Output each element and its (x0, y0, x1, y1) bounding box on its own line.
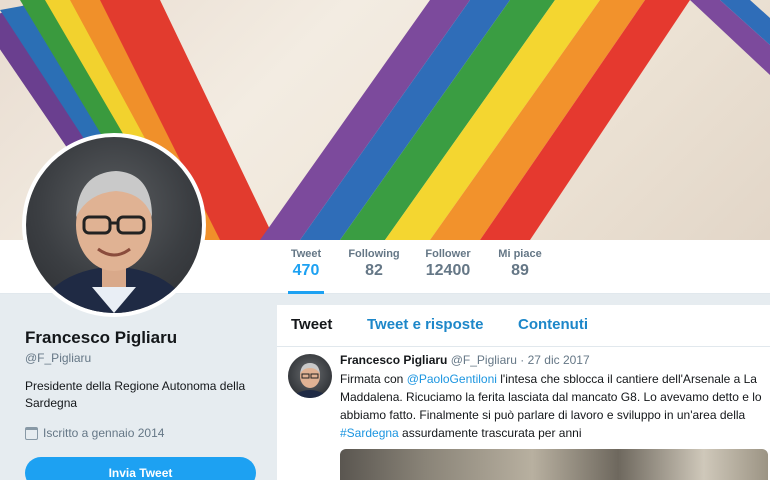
profile-avatar[interactable] (22, 133, 206, 317)
stat-following[interactable]: Following 82 (348, 248, 400, 294)
profile-sidebar: Francesco Pigliaru @F_Pigliaru President… (0, 295, 276, 480)
tab-tweets-replies[interactable]: Tweet e risposte (367, 316, 483, 333)
profile-joined: Iscritto a gennaio 2014 (25, 426, 164, 440)
joined-text: Iscritto a gennaio 2014 (43, 426, 165, 440)
calendar-icon (25, 426, 38, 440)
stat-label: Mi piace (498, 248, 542, 260)
send-tweet-button[interactable]: Invia Tweet (25, 457, 256, 480)
profile-bio: Presidente della Regione Autonoma della … (25, 379, 246, 410)
stat-label: Tweet (290, 248, 322, 260)
tweet-text-part: assurdamente trascurata per anni (398, 426, 582, 440)
stat-followers[interactable]: Follower 12400 (424, 248, 472, 294)
profile-handle[interactable]: @F_Pigliaru (25, 351, 91, 365)
tweet-author-avatar[interactable] (288, 354, 332, 398)
timeline-tabs: Tweet Tweet e risposte Contenuti (277, 305, 770, 347)
tweet-handle-date[interactable]: @F_Pigliaru · 27 dic 2017 (451, 353, 590, 367)
tweet-author-name[interactable]: Francesco Pigliaru (340, 353, 447, 367)
tweet-hashtag-link[interactable]: #Sardegna (340, 426, 399, 440)
profile-name: Francesco Pigliaru (25, 328, 178, 347)
stat-value: 470 (292, 262, 320, 279)
stat-value: 89 (511, 262, 529, 279)
stat-label: Following (348, 248, 400, 260)
tweet-text: Firmata con @PaoloGentiloni l'intesa che… (340, 370, 768, 442)
stat-value: 12400 (425, 262, 471, 279)
stat-value: 82 (365, 262, 383, 279)
tab-tweets[interactable]: Tweet (291, 316, 332, 333)
avatar-photo (26, 137, 202, 313)
tweet-header: Francesco Pigliaru @F_Pigliaru · 27 dic … (340, 353, 590, 367)
tab-media[interactable]: Contenuti (518, 316, 588, 333)
stat-likes[interactable]: Mi piace 89 (497, 248, 543, 294)
stat-label: Follower (425, 248, 471, 260)
tweet-text-part: Firmata con (340, 372, 407, 386)
tweet-media-image[interactable] (340, 449, 768, 480)
tweet-item[interactable]: Francesco Pigliaru @F_Pigliaru · 27 dic … (277, 348, 770, 480)
tweet-mention-link[interactable]: @PaoloGentiloni (407, 372, 497, 386)
timeline: Tweet Tweet e risposte Contenuti Frances… (277, 305, 770, 480)
stat-tweets[interactable]: Tweet 470 (288, 248, 324, 294)
